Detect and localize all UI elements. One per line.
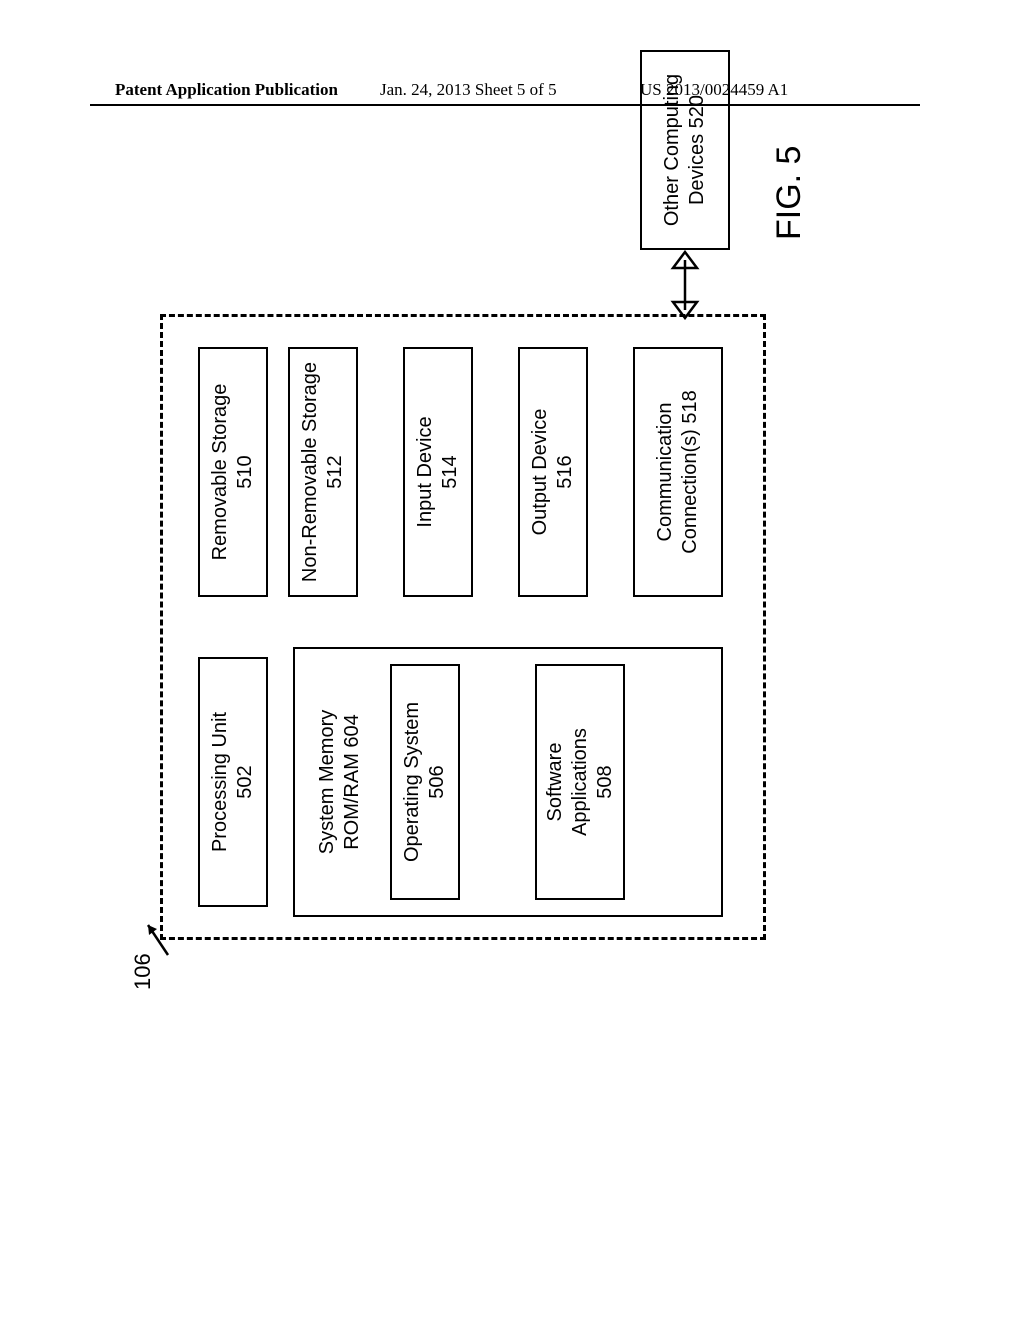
- processing-unit-box: Processing Unit 502: [198, 657, 268, 907]
- removable-storage-num: 510: [233, 455, 258, 488]
- page: Patent Application Publication Jan. 24, …: [0, 0, 1024, 1320]
- communication-connections-label: Communication Connection(s) 518: [653, 390, 703, 553]
- figure-5: 106 Processing Unit 502 System Memory RO…: [100, 120, 920, 1020]
- non-removable-storage-box: Non-Removable Storage 512: [288, 347, 358, 597]
- header-mid: Jan. 24, 2013 Sheet 5 of 5: [380, 80, 557, 100]
- computing-device-boundary: Processing Unit 502 System Memory ROM/RA…: [160, 314, 766, 940]
- figure-wrapper: 106 Processing Unit 502 System Memory RO…: [100, 200, 920, 1100]
- figure-caption: FIG. 5: [770, 146, 809, 240]
- processing-unit-num: 502: [233, 765, 258, 798]
- header-left: Patent Application Publication: [115, 80, 338, 100]
- removable-storage-box: Removable Storage 510: [198, 347, 268, 597]
- software-applications-num: 508: [593, 765, 618, 798]
- operating-system-box: Operating System 506: [390, 664, 460, 900]
- system-memory-header: System Memory ROM/RAM 604: [305, 659, 375, 905]
- input-device-box: Input Device 514: [403, 347, 473, 597]
- header-rule: [90, 104, 920, 106]
- input-device-num: 514: [438, 455, 463, 488]
- bidirectional-arrow-icon: [655, 250, 715, 320]
- non-removable-storage-num: 512: [323, 455, 348, 488]
- output-device-box: Output Device 516: [518, 347, 588, 597]
- software-applications-label: Software Applications: [543, 728, 593, 836]
- output-device-num: 516: [553, 455, 578, 488]
- communication-connections-box: Communication Connection(s) 518: [633, 347, 723, 597]
- non-removable-storage-label: Non-Removable Storage: [298, 362, 323, 582]
- software-applications-box: Software Applications 508: [535, 664, 625, 900]
- system-memory-label: System Memory ROM/RAM 604: [315, 710, 365, 854]
- operating-system-label: Operating System: [400, 702, 425, 862]
- other-computing-devices-box: Other Computing Devices 520: [640, 50, 730, 250]
- removable-storage-label: Removable Storage: [208, 384, 233, 561]
- output-device-label: Output Device: [528, 409, 553, 536]
- other-computing-devices-label: Other Computing Devices 520: [660, 74, 710, 226]
- processing-unit-label: Processing Unit: [208, 712, 233, 852]
- operating-system-num: 506: [425, 765, 450, 798]
- system-memory-group: System Memory ROM/RAM 604 Operating Syst…: [293, 647, 723, 917]
- input-device-label: Input Device: [413, 416, 438, 527]
